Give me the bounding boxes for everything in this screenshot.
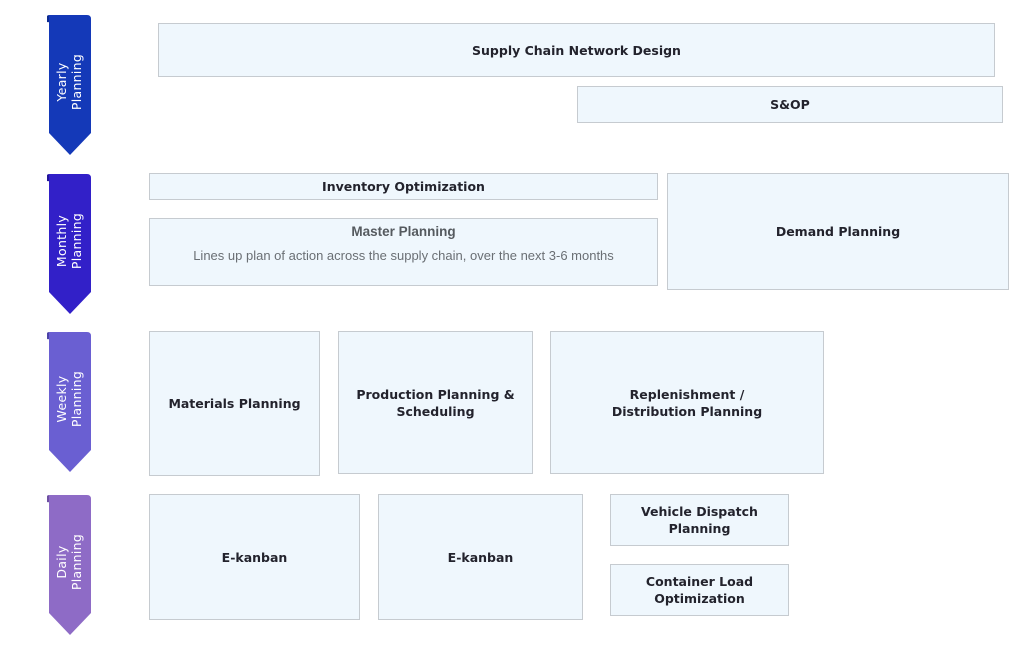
box-ekanban-2: E-kanban [378, 494, 583, 620]
box-production-planning-scheduling: Production Planning & Scheduling [338, 331, 533, 474]
box-title: Supply Chain Network Design [472, 42, 681, 58]
box-sop: S&OP [577, 86, 1003, 123]
box-ekanban-1: E-kanban [149, 494, 360, 620]
box-inventory-optimization: Inventory Optimization [149, 173, 658, 200]
box-title: Demand Planning [775, 224, 901, 239]
tier-label: Yearly Planning [54, 53, 84, 111]
box-title: Master Planning [351, 224, 456, 239]
ribbon-daily-planning: Daily Planning [47, 493, 91, 638]
box-title: Replenishment / Distribution Planning [611, 386, 763, 419]
box-title: Inventory Optimization [322, 179, 485, 194]
box-title: Production Planning & Scheduling [356, 386, 515, 419]
box-container-load-optimization: Container Load Optimization [610, 564, 789, 616]
tier-label: Monthly Planning [54, 212, 84, 270]
box-replenishment-distribution-planning: Replenishment / Distribution Planning [550, 331, 824, 474]
box-vehicle-dispatch-planning: Vehicle Dispatch Planning [610, 494, 789, 546]
box-title: Container Load Optimization [645, 574, 754, 606]
box-title: S&OP [770, 97, 810, 112]
box-master-planning: Master Planning Lines up plan of action … [149, 218, 658, 286]
ribbon-yearly-planning: Yearly Planning [47, 13, 91, 158]
tier-label: Weekly Planning [54, 370, 84, 428]
box-title: E-kanban [447, 549, 514, 565]
box-title: E-kanban [221, 549, 288, 565]
box-title: Materials Planning [168, 396, 301, 411]
box-title: Vehicle Dispatch Planning [641, 504, 758, 536]
ribbon-weekly-planning: Weekly Planning [47, 330, 91, 475]
box-demand-planning: Demand Planning [667, 173, 1009, 290]
box-description: Lines up plan of action across the suppl… [193, 248, 614, 263]
ribbon-monthly-planning: Monthly Planning [47, 172, 91, 317]
box-materials-planning: Materials Planning [149, 331, 320, 476]
tier-label: Daily Planning [54, 533, 84, 591]
box-supply-chain-network-design: Supply Chain Network Design [158, 23, 995, 77]
